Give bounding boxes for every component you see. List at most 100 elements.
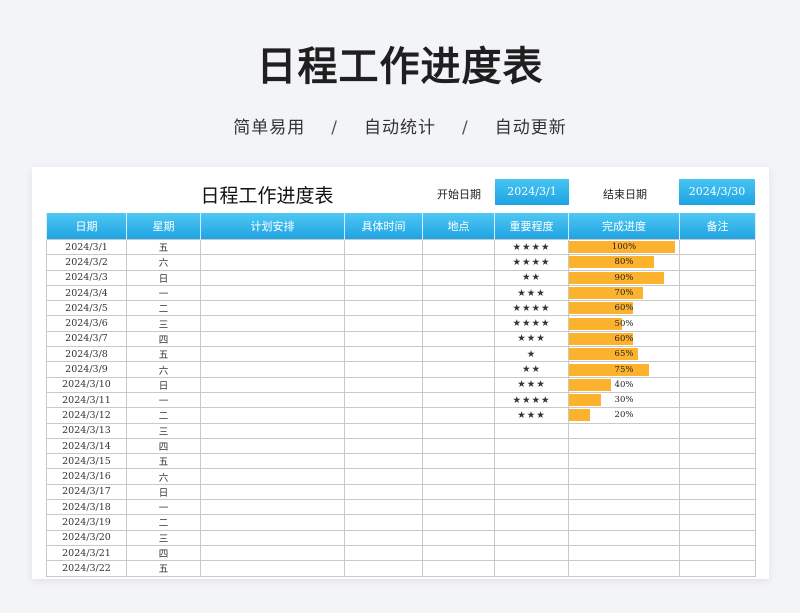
cell-time[interactable] [344,514,423,531]
cell-date[interactable]: 2024/3/1 [46,238,127,256]
cell-weekday[interactable]: 三 [126,529,201,546]
cell-date[interactable]: 2024/3/4 [46,284,127,302]
cell-time[interactable] [344,315,423,332]
cell-importance[interactable]: ★★★★ [494,254,569,271]
cell-progress[interactable] [568,453,680,470]
cell-date[interactable]: 2024/3/21 [46,544,127,562]
cell-place[interactable] [422,238,495,256]
cell-progress[interactable]: 50% [568,315,680,332]
cell-date[interactable]: 2024/3/14 [46,437,127,455]
cell-progress[interactable]: 70% [568,284,680,302]
cell-note[interactable] [679,514,756,531]
cell-note[interactable] [679,499,756,516]
cell-place[interactable] [422,483,495,501]
cell-plan[interactable] [200,284,345,302]
cell-progress[interactable]: 60% [568,300,680,317]
cell-importance[interactable]: ★ [494,346,569,363]
cell-date[interactable]: 2024/3/2 [46,254,127,271]
cell-note[interactable] [679,529,756,546]
cell-plan[interactable] [200,330,345,348]
cell-progress[interactable] [568,499,680,516]
cell-date[interactable]: 2024/3/3 [46,269,127,286]
cell-plan[interactable] [200,468,345,485]
cell-plan[interactable] [200,315,345,332]
cell-time[interactable] [344,346,423,363]
cell-importance[interactable] [494,514,569,531]
cell-plan[interactable] [200,560,345,577]
cell-progress[interactable]: 65% [568,346,680,363]
cell-importance[interactable]: ★★ [494,361,569,378]
cell-importance[interactable] [494,529,569,546]
cell-progress[interactable] [568,544,680,562]
cell-weekday[interactable]: 日 [126,269,201,286]
cell-place[interactable] [422,437,495,455]
cell-date[interactable]: 2024/3/16 [46,468,127,485]
cell-progress[interactable]: 40% [568,376,680,393]
cell-importance[interactable] [494,468,569,485]
cell-importance[interactable] [494,544,569,562]
cell-importance[interactable]: ★★★★ [494,300,569,317]
cell-progress[interactable]: 20% [568,407,680,424]
cell-note[interactable] [679,300,756,317]
cell-note[interactable] [679,391,756,409]
cell-progress[interactable]: 100% [568,238,680,256]
cell-weekday[interactable]: 五 [126,238,201,256]
cell-plan[interactable] [200,407,345,424]
cell-plan[interactable] [200,453,345,470]
cell-plan[interactable] [200,300,345,317]
cell-importance[interactable] [494,499,569,516]
cell-time[interactable] [344,284,423,302]
cell-place[interactable] [422,315,495,332]
cell-weekday[interactable]: 六 [126,468,201,485]
cell-progress[interactable] [568,437,680,455]
cell-weekday[interactable]: 三 [126,422,201,439]
cell-plan[interactable] [200,376,345,393]
cell-weekday[interactable]: 五 [126,346,201,363]
cell-weekday[interactable]: 四 [126,330,201,348]
cell-plan[interactable] [200,391,345,409]
cell-weekday[interactable]: 四 [126,437,201,455]
cell-place[interactable] [422,330,495,348]
cell-plan[interactable] [200,437,345,455]
cell-progress[interactable] [568,483,680,501]
cell-time[interactable] [344,376,423,393]
cell-place[interactable] [422,300,495,317]
cell-time[interactable] [344,483,423,501]
cell-progress[interactable] [568,422,680,439]
cell-place[interactable] [422,468,495,485]
cell-progress[interactable]: 30% [568,391,680,409]
cell-note[interactable] [679,330,756,348]
cell-time[interactable] [344,407,423,424]
cell-place[interactable] [422,499,495,516]
cell-importance[interactable]: ★★★★ [494,238,569,256]
cell-plan[interactable] [200,499,345,516]
cell-time[interactable] [344,422,423,439]
cell-note[interactable] [679,483,756,501]
cell-plan[interactable] [200,238,345,256]
cell-date[interactable]: 2024/3/5 [46,300,127,317]
cell-note[interactable] [679,560,756,577]
cell-place[interactable] [422,422,495,439]
cell-progress[interactable] [568,560,680,577]
cell-note[interactable] [679,269,756,286]
cell-weekday[interactable]: 一 [126,391,201,409]
cell-place[interactable] [422,560,495,577]
cell-progress[interactable]: 60% [568,330,680,348]
cell-time[interactable] [344,330,423,348]
cell-plan[interactable] [200,361,345,378]
cell-date[interactable]: 2024/3/20 [46,529,127,546]
cell-time[interactable] [344,437,423,455]
cell-importance[interactable]: ★★★★ [494,315,569,332]
cell-progress[interactable] [568,514,680,531]
cell-time[interactable] [344,361,423,378]
end-date-field[interactable]: 2024/3/30 [679,179,755,205]
cell-date[interactable]: 2024/3/6 [46,315,127,332]
cell-note[interactable] [679,254,756,271]
cell-importance[interactable]: ★★★ [494,330,569,348]
cell-place[interactable] [422,254,495,271]
cell-weekday[interactable]: 二 [126,514,201,531]
cell-plan[interactable] [200,544,345,562]
cell-place[interactable] [422,391,495,409]
cell-date[interactable]: 2024/3/19 [46,514,127,531]
cell-place[interactable] [422,453,495,470]
